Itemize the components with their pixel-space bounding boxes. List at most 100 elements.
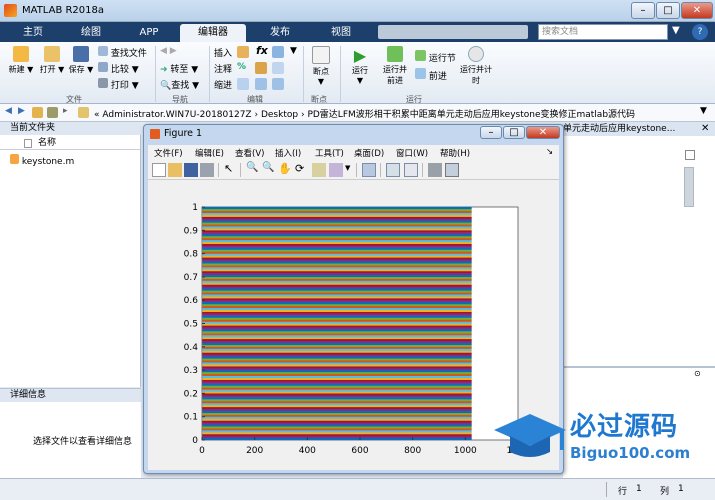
run-and-time-button[interactable]: 运行并计时 (460, 46, 492, 86)
hide-plot-tools-icon[interactable] (428, 163, 442, 177)
path-overflow[interactable]: « (94, 110, 100, 120)
decrease-indent-icon[interactable] (272, 78, 284, 90)
figure-toolbar: ↖ 🔍 🔍 ✋ ⟳ ▼ (148, 160, 559, 180)
print-button[interactable]: 打印 ▼ (98, 78, 153, 91)
separator (356, 163, 357, 177)
save-figure-icon[interactable] (184, 163, 198, 177)
menu-help[interactable]: 帮助(H) (440, 147, 470, 159)
command-window-dropdown-icon[interactable]: ⊙ (694, 369, 701, 378)
data-cursor-icon[interactable] (312, 163, 326, 177)
run-button[interactable]: ▶ 运行 ▼ (346, 46, 374, 85)
compare-button[interactable]: 比较 ▼ (98, 62, 153, 75)
minimize-button[interactable]: – (631, 2, 655, 19)
tab-view[interactable]: 视图 (314, 24, 368, 42)
editor-title: 单元走动后应用keystone... (563, 122, 715, 136)
path-segment[interactable]: Desktop (261, 110, 298, 120)
path-breadcrumb[interactable]: « Administrator.WIN7U-20180127Z › Deskto… (94, 107, 694, 120)
rotate-3d-icon[interactable]: ⟳ (295, 162, 304, 175)
browse-folder-icon[interactable] (47, 107, 58, 118)
new-button[interactable]: 新建 ▼ (6, 46, 36, 75)
figure-maximize-button[interactable]: □ (503, 126, 525, 139)
show-plot-tools-icon[interactable] (445, 163, 459, 177)
up-folder-icon[interactable] (32, 107, 43, 118)
expand-icon[interactable] (685, 150, 695, 160)
goto-button[interactable]: ➜ 转至 ▼ (160, 62, 204, 75)
search-documentation-input[interactable]: 搜索文档 (538, 24, 668, 40)
uncomment-icon[interactable] (255, 62, 267, 74)
path-segment[interactable]: PD雷达LFM波形相干积累中距离单元走动后应用keystone变换修正matla… (307, 110, 635, 120)
menu-window[interactable]: 窗口(W) (396, 147, 428, 159)
indent-button[interactable]: 缩进 (214, 78, 232, 91)
menu-dock-icon[interactable]: ↘ (546, 147, 553, 157)
open-file-icon[interactable] (168, 163, 182, 177)
link-plot-icon[interactable] (362, 163, 376, 177)
list-item[interactable]: keystone.m (10, 154, 74, 167)
insert-legend-icon[interactable] (404, 163, 418, 177)
figure-close-button[interactable]: ✕ (526, 126, 560, 139)
comment-percent-icon[interactable]: % (237, 62, 246, 72)
close-editor-icon[interactable]: ✕ (701, 123, 709, 134)
figure-minimize-button[interactable]: – (480, 126, 502, 139)
fx-icon[interactable]: fx (256, 44, 268, 57)
folder-open-icon (44, 46, 60, 62)
pan-hand-icon[interactable]: ✋ (278, 162, 292, 175)
breakpoints-button[interactable]: 断点 ▼ (308, 46, 334, 86)
save-button[interactable]: 保存 ▼ (68, 46, 94, 75)
advance-button[interactable]: 前进 (415, 68, 447, 82)
menu-insert[interactable]: 插入(I) (275, 147, 301, 159)
tab-home[interactable]: 主页 (6, 24, 60, 42)
menu-view[interactable]: 查看(V) (235, 147, 264, 159)
path-segment[interactable]: Administrator.WIN7U-20180127Z (102, 110, 251, 120)
insert-colorbar-icon[interactable] (386, 163, 400, 177)
zoom-out-icon[interactable]: 🔍 (262, 162, 274, 173)
x-tick-label: 800 (404, 446, 421, 456)
column-header-name[interactable]: 名称 (0, 136, 141, 150)
tab-editor[interactable]: 编辑器 (180, 24, 246, 42)
editor-scrollbar[interactable] (684, 167, 694, 207)
find-button[interactable]: 🔍查找 ▼ (160, 78, 204, 91)
insert-dropdown-icon[interactable]: ▼ (290, 46, 297, 56)
brush-dropdown-icon[interactable]: ▼ (345, 164, 350, 172)
menu-desktop[interactable]: 桌面(D) (354, 147, 384, 159)
increase-indent-icon[interactable] (255, 78, 267, 90)
tab-publish[interactable]: 发布 (250, 24, 310, 42)
compare-label: 比较 (110, 65, 129, 75)
path-dropdown-icon[interactable]: ▸ (63, 106, 68, 116)
back-arrow-icon[interactable]: ◀ (5, 106, 12, 116)
open-label: 打开 (39, 65, 56, 74)
stopwatch-icon (468, 46, 484, 62)
insert-section-icon[interactable] (237, 46, 249, 58)
advance-label: 前进 (428, 72, 447, 82)
run-advance-button[interactable]: 运行并前进 (380, 46, 410, 86)
brush-icon[interactable] (329, 163, 343, 177)
tab-plots[interactable]: 绘图 (64, 24, 118, 42)
wrap-comments-icon[interactable] (272, 62, 284, 74)
insert-button[interactable]: 插入 (214, 46, 232, 59)
smart-indent-icon[interactable] (272, 46, 284, 58)
separator (422, 163, 423, 177)
splitter[interactable] (563, 366, 715, 368)
filter-icon[interactable]: ▼ (672, 25, 680, 36)
menu-file[interactable]: 文件(F) (154, 147, 183, 159)
menu-edit[interactable]: 编辑(E) (195, 147, 224, 159)
help-icon[interactable]: ? (692, 24, 708, 40)
back-forward-buttons[interactable]: ◀ ▶ (160, 46, 200, 56)
menu-tools[interactable]: 工具(T) (315, 147, 344, 159)
breakpoints-label: 断点 (313, 67, 329, 76)
smart-indent-icon-2[interactable] (237, 78, 249, 90)
maximize-button[interactable]: □ (656, 2, 680, 19)
tab-apps[interactable]: APP (122, 24, 176, 42)
new-figure-icon[interactable] (152, 163, 166, 177)
print-figure-icon[interactable] (200, 163, 214, 177)
comment-button[interactable]: 注释 (214, 62, 232, 75)
pointer-icon[interactable]: ↖ (224, 162, 233, 175)
status-bar: 行 1 列 1 (0, 478, 715, 500)
find-files-button[interactable]: 查找文件 (98, 46, 153, 59)
close-button[interactable]: ✕ (681, 2, 713, 19)
run-section-button[interactable]: 运行节 (415, 50, 456, 64)
zoom-in-icon[interactable]: 🔍 (246, 162, 258, 173)
panel-title: 当前文件夹 (0, 122, 141, 135)
path-history-dropdown-icon[interactable]: ▼ (700, 106, 707, 116)
open-button[interactable]: 打开 ▼ (38, 46, 66, 75)
forward-arrow-icon[interactable]: ▶ (18, 106, 25, 116)
